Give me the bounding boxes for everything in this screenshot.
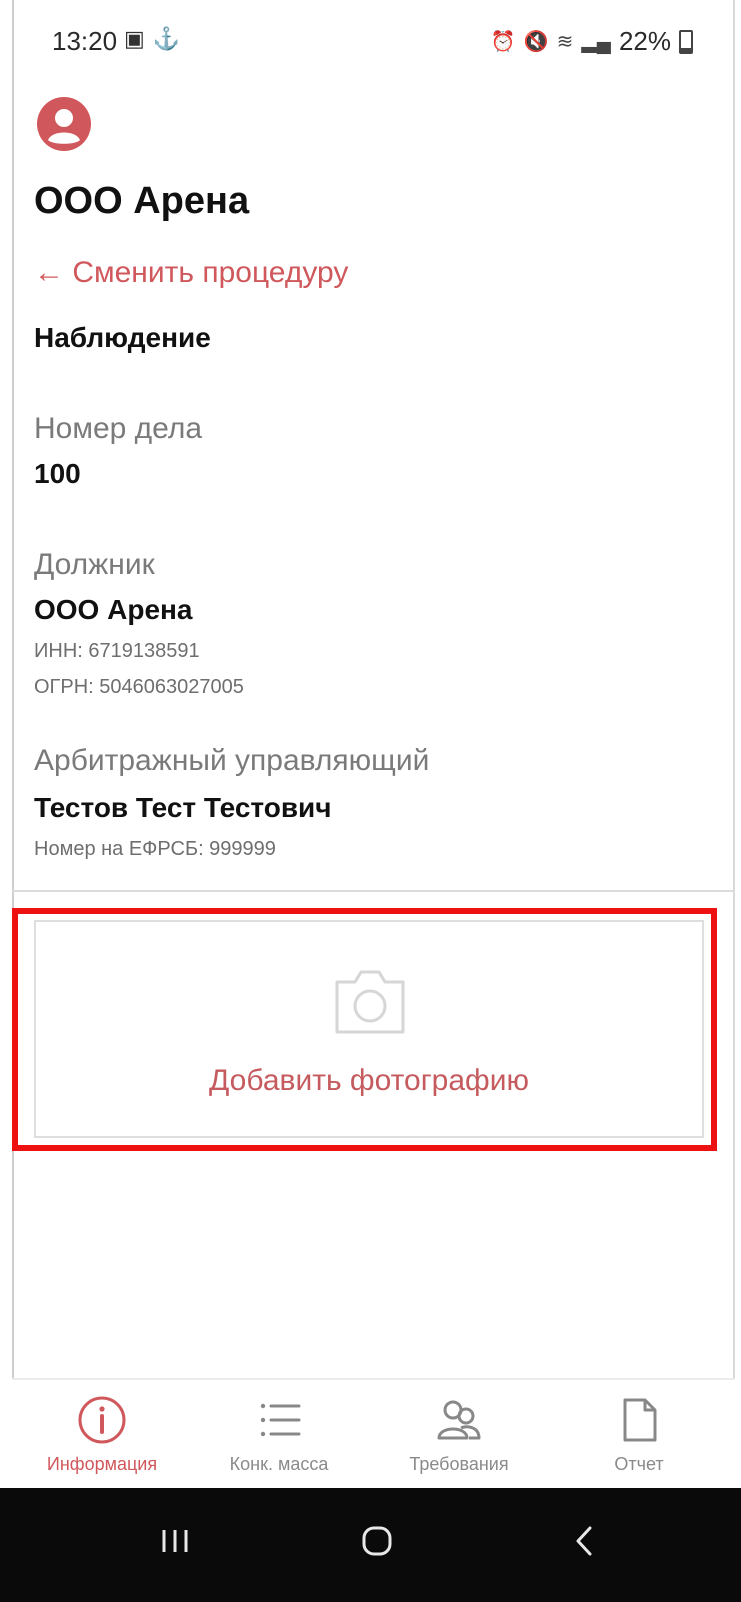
- section-divider: [12, 890, 735, 892]
- camera-icon: [335, 970, 405, 1034]
- nav-tab-report[interactable]: Отчет: [549, 1380, 729, 1488]
- signal-icon: ▂▄: [581, 31, 611, 53]
- alarm-icon: ⏰: [490, 31, 516, 53]
- document-icon: [623, 1398, 657, 1442]
- status-left-icons: ▣⚓: [124, 26, 188, 52]
- case-number-value: 100: [34, 458, 81, 489]
- add-photo-button[interactable]: Добавить фотографию: [34, 920, 704, 1138]
- status-bar: 13:20 ▣⚓ ⏰ 🔇 ≋ ▂▄ 22%: [14, 0, 733, 80]
- add-photo-label: Добавить фотографию: [209, 1064, 529, 1097]
- company-title: ООО Арена: [34, 180, 250, 222]
- right-frame-border: [733, 0, 741, 1524]
- mute-icon: 🔇: [523, 31, 549, 53]
- nav-tab-info[interactable]: Информация: [12, 1380, 192, 1488]
- nav-tab-claims[interactable]: Требования: [369, 1380, 549, 1488]
- battery-percent: 22%: [618, 26, 671, 56]
- left-frame-border: [0, 0, 14, 1524]
- status-time: 13:20: [52, 26, 118, 56]
- info-icon: [78, 1396, 126, 1444]
- manager-name: Тестов Тест Тестович: [34, 792, 332, 823]
- battery-icon: [679, 29, 693, 54]
- gallery-icon: ▣: [124, 26, 153, 51]
- nav-label-claims: Требования: [409, 1454, 509, 1474]
- home-icon[interactable]: [352, 1516, 402, 1566]
- back-icon[interactable]: [560, 1516, 610, 1566]
- case-number-label: Номер дела: [34, 412, 203, 445]
- procedure-name: Наблюдение: [34, 322, 211, 353]
- manager-label: Арбитражный управляющий: [34, 744, 430, 777]
- change-procedure-link[interactable]: ← Сменить процедуру: [34, 256, 348, 290]
- nav-label-report: Отчет: [614, 1454, 664, 1474]
- user-avatar-icon[interactable]: [36, 96, 92, 152]
- recent-apps-icon[interactable]: [150, 1516, 200, 1566]
- list-icon: [260, 1403, 301, 1437]
- debtor-name: ООО Арена: [34, 594, 193, 625]
- users-icon: [437, 1400, 481, 1440]
- debtor-label: Должник: [34, 548, 155, 581]
- debtor-inn: ИНН: 6719138591: [34, 640, 200, 662]
- system-nav-bar: [0, 1488, 741, 1602]
- status-right: ⏰ 🔇 ≋ ▂▄ 22%: [491, 26, 693, 57]
- nav-tab-mass[interactable]: Конк. масса: [189, 1380, 369, 1488]
- usb-icon: ⚓: [152, 26, 189, 51]
- manager-efrsb: Номер на ЕФРСБ: 999999: [34, 838, 276, 860]
- debtor-ogrn: ОГРН: 5046063027005: [34, 676, 244, 698]
- nav-label-mass: Конк. масса: [229, 1454, 329, 1474]
- wifi-icon: ≋: [556, 31, 574, 53]
- nav-label-info: Информация: [46, 1454, 158, 1474]
- bottom-nav: Информация Конк. масса Требования Отчет: [12, 1380, 735, 1488]
